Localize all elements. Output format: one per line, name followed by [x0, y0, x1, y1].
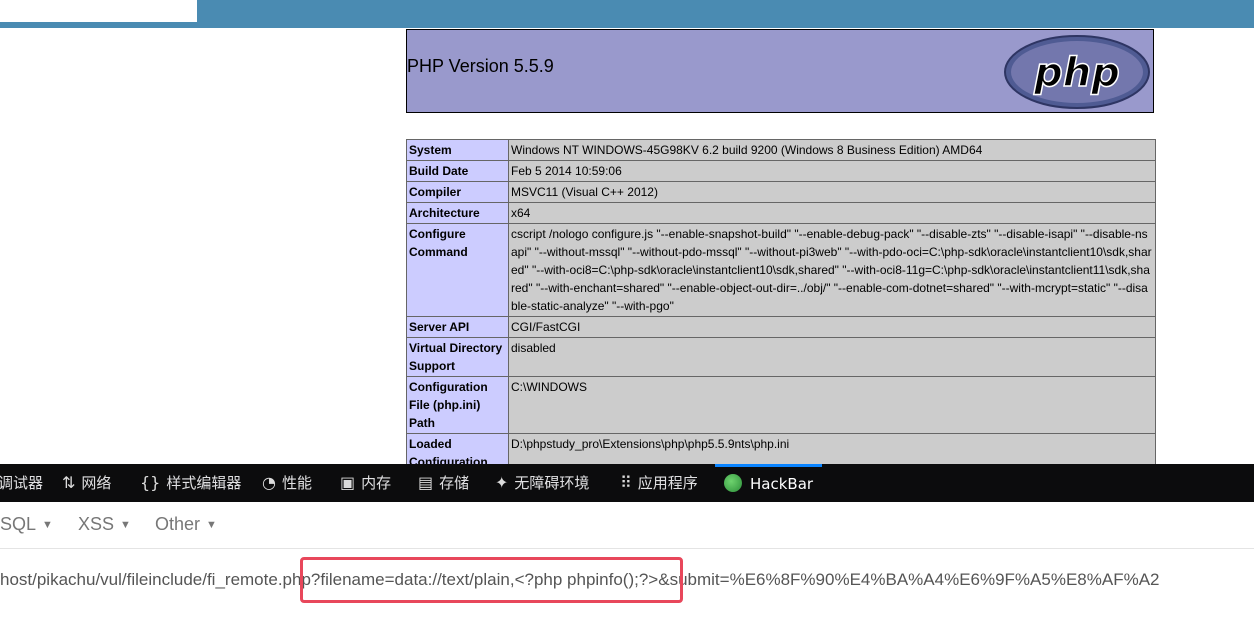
menu-label: Other	[155, 514, 201, 534]
tab-label: 性能	[281, 474, 312, 492]
caret-down-icon: ▼	[42, 519, 53, 531]
info-value: Feb 5 2014 10:59:06	[508, 160, 1156, 182]
table-row: Architecture x64	[406, 202, 1156, 224]
accessibility-icon: ✦	[495, 473, 509, 492]
info-key: Configure Command	[406, 223, 509, 317]
tab-label: HackBar	[750, 475, 814, 493]
info-key: Virtual Directory Support	[406, 337, 509, 377]
menu-other[interactable]: Other ▼	[155, 514, 217, 535]
info-value: MSVC11 (Visual C++ 2012)	[508, 181, 1156, 203]
tab-performance[interactable]: ◔ 性能	[262, 464, 312, 502]
menu-sql[interactable]: SQL ▼	[0, 514, 53, 535]
tab-network[interactable]: ⇅ 网络	[62, 464, 111, 502]
menu-label: SQL	[0, 514, 37, 534]
info-value: CGI/FastCGI	[508, 316, 1156, 338]
menu-xss[interactable]: XSS ▼	[78, 514, 131, 535]
top-white-panel	[0, 0, 197, 22]
info-value: disabled	[508, 337, 1156, 377]
table-row: Compiler MSVC11 (Visual C++ 2012)	[406, 181, 1156, 203]
devtools-tabbar: 调试器 ⇅ 网络 {} 样式编辑器 ◔ 性能 ▣ 内存 ▤ 存储 ✦ 无障碍环境 ⠿ 应用程序…	[0, 464, 1254, 502]
table-row: System Windows NT WINDOWS-45G98KV 6.2 bui…	[406, 139, 1156, 161]
info-value: C:\WINDOWS	[508, 376, 1156, 434]
tab-debugger[interactable]: 调试器	[0, 464, 43, 502]
apps-grid-icon: ⠿	[620, 473, 632, 492]
tab-label: 网络	[81, 474, 112, 492]
storage-icon: ▤	[418, 473, 434, 492]
tab-label: 应用程序	[637, 474, 698, 492]
tab-style-editor[interactable]: {} 样式编辑器	[140, 464, 241, 502]
table-row: Server API CGI/FastCGI	[406, 316, 1156, 338]
tab-storage[interactable]: ▤ 存储	[418, 464, 469, 502]
php-logo-icon: php	[1004, 35, 1150, 109]
table-row: Build Date Feb 5 2014 10:59:06	[406, 160, 1156, 182]
tab-label: 样式编辑器	[166, 474, 242, 492]
caret-down-icon: ▼	[120, 519, 131, 531]
browser-top-strip	[0, 0, 1254, 28]
table-row: Virtual Directory Support disabled	[406, 337, 1156, 377]
highlight-box	[300, 557, 683, 603]
table-row: Configure Command cscript /nologo configu…	[406, 223, 1156, 317]
menu-label: XSS	[78, 514, 115, 534]
info-value: Windows NT WINDOWS-45G98KV 6.2 build 920…	[508, 139, 1156, 161]
caret-down-icon: ▼	[206, 519, 217, 531]
php-version-title: PHP Version 5.5.9	[407, 56, 554, 76]
info-key: Server API	[406, 316, 509, 338]
tab-application[interactable]: ⠿ 应用程序	[620, 464, 698, 502]
tab-label: 内存	[361, 474, 392, 492]
info-key: System	[406, 139, 509, 161]
hackbar-menu: SQL ▼ XSS ▼ Other ▼	[0, 502, 1254, 549]
tab-hackbar[interactable]: HackBar	[715, 464, 822, 502]
braces-icon: {}	[140, 473, 161, 492]
memory-chip-icon: ▣	[340, 473, 356, 492]
tab-label: 存储	[439, 474, 470, 492]
php-header: PHP Version 5.5.9 php	[406, 29, 1154, 113]
info-key: Compiler	[406, 181, 509, 203]
php-info-table: System Windows NT WINDOWS-45G98KV 6.2 bui…	[406, 139, 1156, 491]
info-value: cscript /nologo configure.js "--enable-s…	[508, 223, 1156, 317]
info-key: Configuration File (php.ini) Path	[406, 376, 509, 434]
network-icon: ⇅	[62, 473, 76, 492]
hackbar-icon	[724, 473, 742, 492]
tab-label: 无障碍环境	[514, 474, 590, 492]
tab-accessibility[interactable]: ✦ 无障碍环境	[495, 464, 589, 502]
info-value: x64	[508, 202, 1156, 224]
table-row: Configuration File (php.ini) Path C:\WIND…	[406, 376, 1156, 434]
tab-memory[interactable]: ▣ 内存	[340, 464, 391, 502]
php-logo-text: php	[1033, 50, 1120, 96]
info-key: Build Date	[406, 160, 509, 182]
tab-label: 调试器	[0, 474, 44, 492]
info-key: Architecture	[406, 202, 509, 224]
gauge-icon: ◔	[262, 473, 276, 492]
